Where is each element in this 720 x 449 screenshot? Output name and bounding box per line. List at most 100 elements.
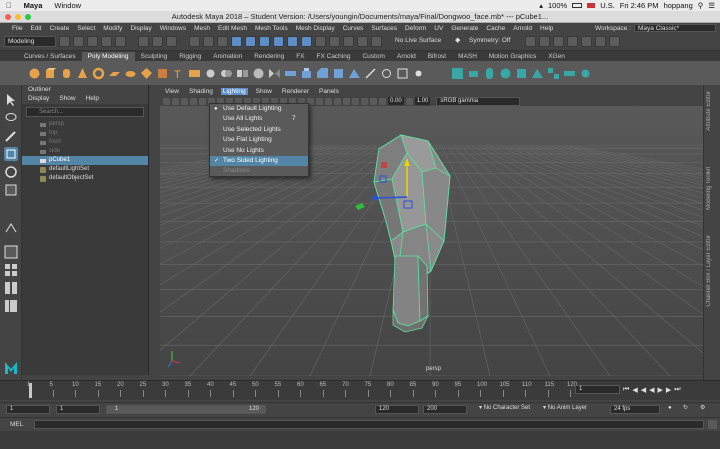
shelf-tab-curves-surfaces[interactable]: Curves / Surfaces xyxy=(18,52,82,61)
toggle-panel-icon[interactable] xyxy=(609,36,620,47)
playback-end-field[interactable]: 120 xyxy=(375,405,419,414)
exposure-field[interactable]: 0.00 xyxy=(388,97,404,105)
toggle-outliner-icon[interactable] xyxy=(581,36,592,47)
snap-curve-icon[interactable] xyxy=(217,36,228,47)
save-scene-icon[interactable] xyxy=(87,36,98,47)
toggle-tool-settings-icon[interactable] xyxy=(553,36,564,47)
open-scene-icon[interactable] xyxy=(73,36,84,47)
menu-uv[interactable]: UV xyxy=(430,25,447,32)
go-to-start-icon[interactable]: ⏮ xyxy=(623,386,629,394)
select-component-icon[interactable] xyxy=(166,36,177,47)
lighting-use-none[interactable]: Use No Lights xyxy=(210,146,308,156)
append-polygon-icon[interactable] xyxy=(348,67,361,80)
outliner-item-front[interactable]: front xyxy=(22,138,148,147)
move-tool-icon[interactable] xyxy=(4,147,18,161)
scale-tool-icon[interactable] xyxy=(4,183,18,197)
spherical-map-icon[interactable] xyxy=(499,67,512,80)
mask-icon[interactable] xyxy=(189,36,200,47)
isolate-select-icon[interactable] xyxy=(361,97,368,105)
shelf-tab-motion-graphics[interactable]: Motion Graphics xyxy=(483,52,542,61)
render-icon[interactable] xyxy=(329,36,340,47)
tab-attribute-editor[interactable]: Attribute Editor xyxy=(706,91,712,131)
four-view-layout-icon[interactable] xyxy=(4,263,18,277)
workspace-dropdown[interactable]: Maya Classic* xyxy=(634,24,716,32)
sweep-mesh-icon[interactable] xyxy=(204,67,217,80)
outliner-search-input[interactable]: Search... xyxy=(26,107,144,117)
snap-grid-icon[interactable] xyxy=(203,36,214,47)
menu-mesh-display[interactable]: Mesh Display xyxy=(292,25,339,32)
viewport-menu-show[interactable]: Show xyxy=(254,88,274,95)
outliner-item-pcube1[interactable]: pCube1 xyxy=(22,156,148,165)
lighting-use-selected[interactable]: Use Selected Lights xyxy=(210,125,308,135)
script-editor-icon[interactable] xyxy=(708,420,717,429)
tab-channel-box[interactable]: Channel Box / Layer Editor xyxy=(706,235,712,307)
render-settings-icon[interactable] xyxy=(357,36,368,47)
separate-icon[interactable] xyxy=(236,67,249,80)
new-scene-icon[interactable] xyxy=(59,36,70,47)
viewport-menu-lighting[interactable]: Lighting xyxy=(220,87,248,95)
menu-select[interactable]: Select xyxy=(73,25,99,32)
undo-icon[interactable] xyxy=(101,36,112,47)
motion-blur-icon[interactable] xyxy=(334,97,341,105)
symmetry-label[interactable]: Symmetry: Off xyxy=(466,36,516,47)
outliner-item-persp[interactable]: persp xyxy=(22,120,148,129)
image-plane-icon[interactable] xyxy=(181,97,188,105)
shelf-tab-mash[interactable]: MASH xyxy=(452,52,483,61)
shelf-tab-fx[interactable]: FX xyxy=(290,52,310,61)
play-back-icon[interactable]: ◀ xyxy=(649,386,654,394)
close-window-button[interactable] xyxy=(5,14,11,20)
menu-modify[interactable]: Modify xyxy=(99,25,126,32)
xray-joints-icon[interactable] xyxy=(370,97,377,105)
poly-text-icon[interactable]: T xyxy=(172,67,185,80)
bevel-icon[interactable] xyxy=(316,67,329,80)
shelf-tab-animation[interactable]: Animation xyxy=(207,52,248,61)
svg-icon[interactable] xyxy=(188,67,201,80)
two-pane-layout-icon[interactable] xyxy=(4,281,18,295)
select-object-icon[interactable] xyxy=(152,36,163,47)
mac-window-menu[interactable]: Window xyxy=(48,1,87,10)
poly-disc-icon[interactable] xyxy=(124,67,137,80)
gamma-field[interactable]: 1.00 xyxy=(414,97,431,105)
menu-cache[interactable]: Cache xyxy=(482,25,509,32)
toggle-modeling-toolkit-icon[interactable] xyxy=(567,36,578,47)
step-back-icon[interactable]: ◀ xyxy=(641,386,646,394)
bookmark-icon[interactable] xyxy=(172,97,179,105)
menu-file[interactable]: File xyxy=(8,25,26,32)
go-to-end-icon[interactable]: ⏭ xyxy=(674,386,680,394)
apple-icon[interactable]:  xyxy=(0,1,18,10)
toggle-layout-icon[interactable] xyxy=(595,36,606,47)
poly-torus-icon[interactable] xyxy=(92,67,105,80)
menu-generate[interactable]: Generate xyxy=(447,25,482,32)
planar-map-icon[interactable] xyxy=(467,67,480,80)
playback-start-field[interactable]: 1 xyxy=(56,405,100,414)
input-source[interactable]: U.S. xyxy=(600,1,615,10)
outliner-menu-help[interactable]: Help xyxy=(86,94,99,104)
snap-surface-icon[interactable] xyxy=(259,36,270,47)
redo-icon[interactable] xyxy=(115,36,126,47)
shelf-tab-sculpting[interactable]: Sculpting xyxy=(135,52,174,61)
outliner-menu-show[interactable]: Show xyxy=(59,94,75,104)
hypershade-icon[interactable] xyxy=(371,36,382,47)
mel-label[interactable]: MEL xyxy=(10,421,23,428)
unfold-icon[interactable] xyxy=(531,67,544,80)
uv-editor-icon[interactable] xyxy=(451,67,464,80)
multi-cut-icon[interactable] xyxy=(364,67,377,80)
extrude-icon[interactable] xyxy=(300,67,313,80)
snap-plane-icon[interactable] xyxy=(301,36,312,47)
shelf-tab-poly-modeling[interactable]: Poly Modeling xyxy=(81,52,135,61)
lighting-use-flat[interactable]: Use Flat Lighting xyxy=(210,135,308,145)
viewport-menu-view[interactable]: View xyxy=(163,88,181,95)
last-tool-icon[interactable] xyxy=(4,221,18,235)
menu-deform[interactable]: Deform xyxy=(401,25,430,32)
menu-help[interactable]: Help xyxy=(536,25,557,32)
film-gate-icon[interactable] xyxy=(199,97,206,105)
super-shape-icon[interactable] xyxy=(156,67,169,80)
single-perspective-layout-icon[interactable] xyxy=(4,245,18,259)
snap-together-icon[interactable] xyxy=(287,36,298,47)
menu-curves[interactable]: Curves xyxy=(339,25,368,32)
platonic-solid-icon[interactable] xyxy=(140,67,153,80)
lasso-tool-icon[interactable] xyxy=(4,111,18,125)
auto-map-icon[interactable] xyxy=(515,67,528,80)
outliner-layout-icon[interactable] xyxy=(4,299,18,313)
mode-dropdown[interactable]: Modeling xyxy=(4,36,56,47)
